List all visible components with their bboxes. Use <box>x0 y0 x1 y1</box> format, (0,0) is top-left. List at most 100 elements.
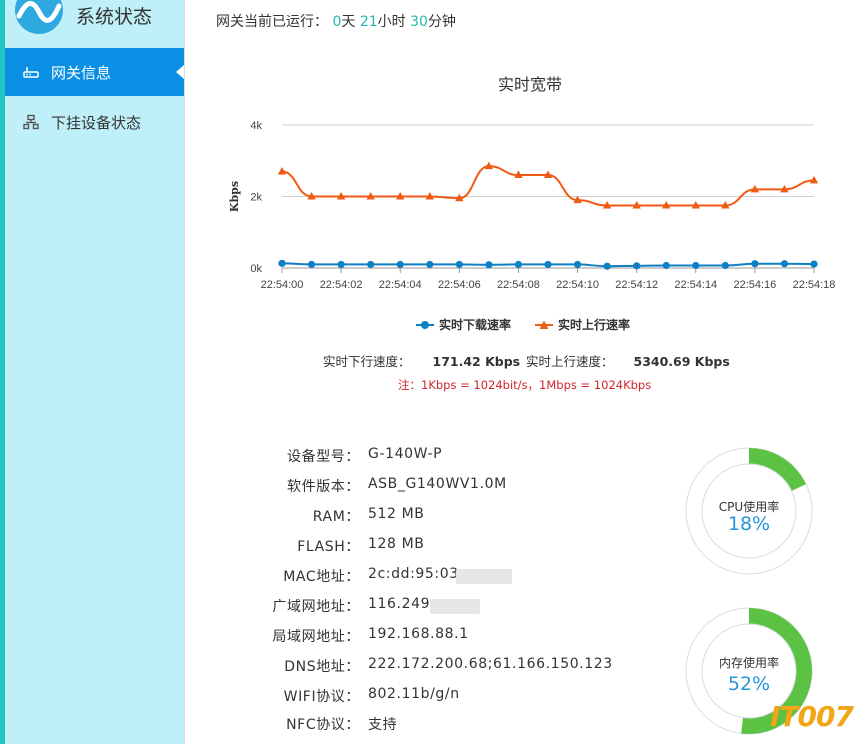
info-row-software: 软件版本： ASB_G140WV1.0M <box>240 476 660 506</box>
y-axis-label: Kbps <box>228 181 241 212</box>
data-point <box>337 260 345 269</box>
watermark-logo: IT007 <box>770 700 854 733</box>
data-point <box>751 260 759 268</box>
data-point <box>544 260 552 269</box>
info-key: 设备型号： <box>287 449 360 465</box>
data-point <box>485 261 493 269</box>
page-title: 系统状态 <box>76 6 153 28</box>
info-value: 192.168.88.1 <box>368 626 469 642</box>
logo-icon <box>15 0 63 34</box>
info-value: ASB_G140WV1.0M <box>368 476 507 492</box>
cpu-gauge: CPU使用率 18% <box>684 446 814 576</box>
router-icon <box>23 64 39 80</box>
legend-download-swatch <box>416 320 434 329</box>
x-tick-label: 22:54:14 <box>674 279 717 291</box>
sidebar-item-label: 网关信息 <box>51 63 112 82</box>
data-point <box>396 260 404 269</box>
upload-speed: 实时上行速度： 5340.69 Kbps <box>526 351 730 370</box>
uptime-hours-unit: 小时 <box>377 14 406 30</box>
legend-download-label: 实时下载速率 <box>439 318 512 332</box>
x-tick-label: 22:54:10 <box>556 279 599 291</box>
info-value: 802.11b/g/n <box>368 686 460 702</box>
y-tick-label: 4k <box>250 120 262 132</box>
info-row-mac: MAC地址： 2c:dd:95:03 <box>240 566 660 596</box>
data-point <box>603 262 611 270</box>
info-row-model: 设备型号： G-140W-P <box>240 446 660 476</box>
x-tick-label: 22:54:02 <box>320 279 363 291</box>
download-speed: 实时下行速度： 171.42 Kbps <box>323 351 520 370</box>
uptime-line: 网关当前已运行： 0天 21小时 30分钟 <box>216 11 456 31</box>
info-value: 116.249 <box>368 596 431 612</box>
data-point <box>277 166 287 175</box>
chart-title: 实时宽带 <box>497 75 562 94</box>
info-key: DNS地址： <box>284 659 360 675</box>
network-devices-icon <box>23 114 39 130</box>
data-point <box>278 259 286 267</box>
info-row-nfc: NFC协议： 支持 <box>240 714 660 744</box>
cpu-gauge-value: 18% <box>727 513 771 535</box>
data-point <box>514 260 523 269</box>
download-speed-label: 实时下行速度： <box>323 354 411 369</box>
sidebar: 系统状态 网关信息 下挂设备状态 <box>5 0 185 744</box>
info-key: RAM： <box>312 509 360 525</box>
y-tick-label: 0k <box>250 263 262 275</box>
legend-upload-swatch <box>535 320 553 329</box>
info-value: 支持 <box>368 717 398 733</box>
info-value: 222.172.200.68;61.166.150.123 <box>368 656 613 672</box>
data-point <box>721 261 729 270</box>
info-row-ram: RAM： 512 MB <box>240 506 660 536</box>
download-speed-value: 171.42 Kbps <box>432 354 521 369</box>
info-value: 128 MB <box>368 536 425 552</box>
x-tick-label: 22:54:04 <box>379 279 422 291</box>
active-indicator-arrow <box>176 65 184 79</box>
data-point <box>662 261 670 270</box>
info-row-wifi: WIFI协议： 802.11b/g/n <box>240 686 660 716</box>
redacted-mac <box>456 569 512 584</box>
data-point <box>455 260 463 269</box>
data-point <box>426 260 434 269</box>
legend-upload-label: 实时上行速率 <box>558 318 631 332</box>
x-tick-label: 22:54:16 <box>733 279 776 291</box>
uptime-minutes-unit: 分钟 <box>427 14 456 30</box>
uptime-label: 网关当前已运行： <box>216 14 328 30</box>
info-key: MAC地址： <box>283 569 360 585</box>
legend-item-download[interactable]: 实时下载速率 <box>416 316 511 333</box>
y-tick-label: 2k <box>250 192 262 204</box>
info-row-lan: 局域网地址： 192.168.88.1 <box>240 626 660 656</box>
info-row-flash: FLASH： 128 MB <box>240 536 660 566</box>
upload-speed-label: 实时上行速度： <box>526 354 614 369</box>
uptime-days-unit: 天 <box>341 14 356 30</box>
info-value: 512 MB <box>368 506 425 522</box>
data-point <box>307 260 316 269</box>
uptime-hours: 21 <box>359 14 378 30</box>
legend-item-upload[interactable]: 实时上行速率 <box>535 316 630 333</box>
memory-gauge-label: 内存使用率 <box>718 656 779 670</box>
upload-speed-value: 5340.69 Kbps <box>633 354 730 369</box>
memory-gauge-value: 52% <box>727 673 771 695</box>
data-point <box>367 260 375 269</box>
info-row-dns: DNS地址： 222.172.200.68;61.166.150.123 <box>240 656 660 686</box>
x-tick-label: 22:54:00 <box>261 279 304 291</box>
x-tick-label: 22:54:18 <box>793 279 836 291</box>
info-key: 局域网地址： <box>272 629 360 645</box>
redacted-wan <box>430 599 480 614</box>
info-key: WIFI协议： <box>283 689 360 705</box>
info-key: 广域网地址： <box>272 599 360 615</box>
info-key: NFC协议： <box>286 717 360 733</box>
data-point <box>780 260 789 268</box>
data-point <box>573 260 582 269</box>
sidebar-item-label: 下挂设备状态 <box>51 113 142 132</box>
x-tick-label: 22:54:06 <box>438 279 481 291</box>
data-point <box>692 261 700 270</box>
x-tick-label: 22:54:12 <box>615 279 658 291</box>
info-key: 软件版本： <box>287 479 360 495</box>
data-point <box>633 262 641 270</box>
unit-note: 注：1Kbps = 1024bit/s，1Mbps = 1024Kbps <box>398 378 652 392</box>
sidebar-item-gateway-info[interactable]: 网关信息 <box>5 48 184 96</box>
data-point <box>810 260 818 268</box>
info-value: 2c:dd:95:03 <box>368 566 459 582</box>
info-value: G-140W-P <box>368 446 443 462</box>
uptime-minutes: 30 <box>410 14 428 30</box>
sidebar-item-devices-status[interactable]: 下挂设备状态 <box>5 98 184 146</box>
bandwidth-chart: 0k 2k 4k Kbps 22:54:00 22:54:02 22:54:04 22:54:… <box>228 120 836 291</box>
